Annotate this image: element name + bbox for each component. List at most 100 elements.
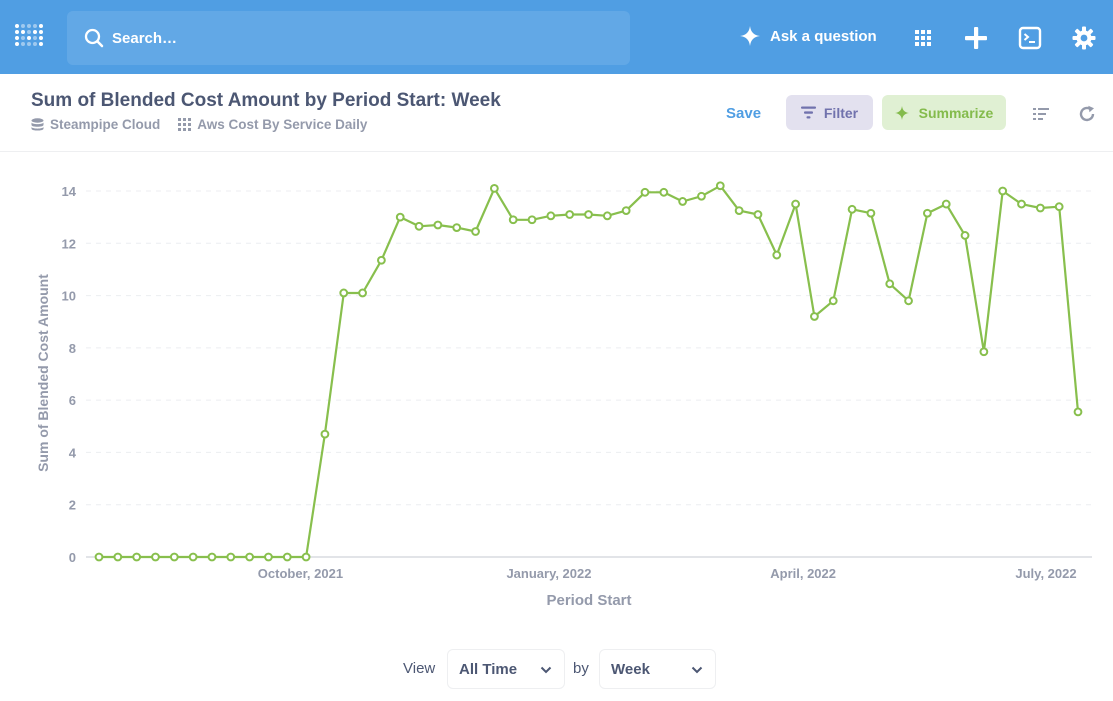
data-point[interactable] [753, 210, 763, 219]
data-point[interactable] [979, 347, 989, 357]
data-point[interactable] [414, 221, 424, 231]
search-bar[interactable] [67, 11, 630, 65]
data-point[interactable] [734, 206, 744, 216]
search-input[interactable] [112, 29, 592, 47]
terminal-icon[interactable] [1018, 26, 1042, 50]
data-point[interactable] [94, 552, 104, 562]
breadcrumb-table-label: Aws Cost By Service Daily [197, 117, 368, 132]
apps-grid-icon[interactable] [911, 26, 935, 50]
data-point[interactable] [885, 279, 895, 289]
plus-icon[interactable] [964, 26, 988, 50]
page-title: Sum of Blended Cost Amount by Period Sta… [31, 90, 501, 111]
series-line [99, 184, 1080, 559]
y-tick-label: 14 [62, 184, 77, 199]
data-point[interactable] [715, 181, 725, 191]
metabase-logo-icon[interactable] [14, 20, 48, 54]
granularity-select[interactable]: Week [599, 649, 716, 689]
data-point[interactable] [358, 288, 367, 298]
data-point[interactable] [377, 255, 386, 265]
data-point[interactable] [169, 552, 179, 562]
data-point[interactable] [810, 312, 819, 321]
line-chart-svg: 0 2 4 6 8 10 12 14 October, 2021 January, 2022 Ap… [35, 181, 1092, 609]
data-point[interactable] [640, 187, 650, 197]
data-point[interactable] [395, 212, 405, 222]
data-point[interactable] [697, 191, 706, 201]
x-axis-label: Period Start [546, 592, 631, 609]
table-grid-icon [178, 118, 192, 131]
summarize-button-label: Summarize [918, 104, 994, 121]
search-icon [84, 28, 104, 48]
data-point[interactable] [245, 552, 255, 562]
data-point[interactable] [1035, 203, 1045, 213]
data-point[interactable] [207, 552, 217, 562]
x-tick-label: January, 2022 [506, 566, 591, 581]
data-point[interactable] [621, 206, 631, 216]
data-point[interactable] [433, 220, 443, 230]
data-point[interactable] [320, 429, 330, 439]
grid-lines [86, 190, 1092, 506]
data-point[interactable] [508, 215, 518, 225]
sparkle-icon [894, 105, 909, 120]
y-axis-label: Sum of Blended Cost Amount [35, 274, 51, 472]
data-point[interactable] [866, 208, 876, 218]
data-point[interactable] [471, 227, 480, 236]
data-point[interactable] [339, 288, 349, 298]
data-point[interactable] [847, 204, 857, 214]
refresh-icon[interactable] [1078, 105, 1096, 123]
data-point[interactable] [772, 250, 782, 260]
data-point[interactable] [922, 208, 932, 218]
data-point[interactable] [602, 211, 612, 221]
data-point[interactable] [489, 183, 499, 193]
top-navbar: Ask a question [0, 0, 1113, 74]
summarize-button[interactable]: Summarize [882, 95, 1006, 130]
filter-button[interactable]: Filter [786, 95, 873, 130]
breadcrumb-table[interactable]: Aws Cost By Service Daily [178, 117, 367, 132]
data-point[interactable] [791, 199, 800, 209]
data-point[interactable] [1054, 202, 1064, 212]
data-point[interactable] [565, 210, 575, 219]
data-point[interactable] [132, 552, 142, 562]
y-tick-label: 12 [62, 236, 76, 251]
y-tick-label: 10 [62, 289, 76, 304]
granularity-value: Week [611, 660, 650, 678]
data-point[interactable] [527, 215, 537, 225]
data-point[interactable] [659, 187, 669, 197]
data-point[interactable] [546, 211, 556, 221]
data-point[interactable] [584, 210, 593, 219]
data-point[interactable] [1017, 199, 1026, 209]
data-point[interactable] [301, 552, 311, 562]
chevron-down-icon [540, 666, 552, 674]
save-button[interactable]: Save [726, 105, 761, 122]
breadcrumb-database[interactable]: Steampipe Cloud [31, 117, 160, 132]
data-point[interactable] [904, 296, 913, 306]
database-icon [31, 118, 44, 131]
y-tick-label: 2 [69, 498, 76, 513]
x-tick-label: July, 2022 [1015, 566, 1076, 581]
data-point[interactable] [828, 296, 838, 306]
data-point[interactable] [188, 552, 198, 562]
y-tick-label: 8 [69, 341, 76, 356]
breadcrumb-database-label: Steampipe Cloud [50, 117, 161, 132]
data-point[interactable] [1073, 407, 1083, 417]
data-point[interactable] [282, 552, 292, 562]
data-point[interactable] [452, 223, 462, 232]
filter-icon [800, 106, 816, 119]
data-point[interactable] [113, 552, 123, 562]
data-point[interactable] [998, 186, 1008, 196]
list-view-icon[interactable] [1032, 105, 1050, 123]
data-point[interactable] [960, 231, 970, 240]
gear-icon[interactable] [1072, 26, 1096, 50]
data-point[interactable] [678, 197, 688, 206]
ask-question-label: Ask a question [770, 27, 877, 45]
data-point[interactable] [941, 199, 951, 209]
view-controls: View All Time by Week [0, 649, 1113, 689]
x-tick-label: April, 2022 [770, 566, 836, 581]
time-range-select[interactable]: All Time [447, 649, 565, 689]
data-point[interactable] [226, 552, 236, 562]
line-chart: 0 2 4 6 8 10 12 14 October, 2021 January, 2022 Ap… [0, 152, 1113, 622]
data-point[interactable] [151, 552, 160, 562]
data-point[interactable] [264, 552, 273, 562]
by-label: by [573, 660, 589, 677]
ask-question-button[interactable]: Ask a question [740, 26, 877, 46]
x-tick-label: October, 2021 [258, 566, 343, 581]
